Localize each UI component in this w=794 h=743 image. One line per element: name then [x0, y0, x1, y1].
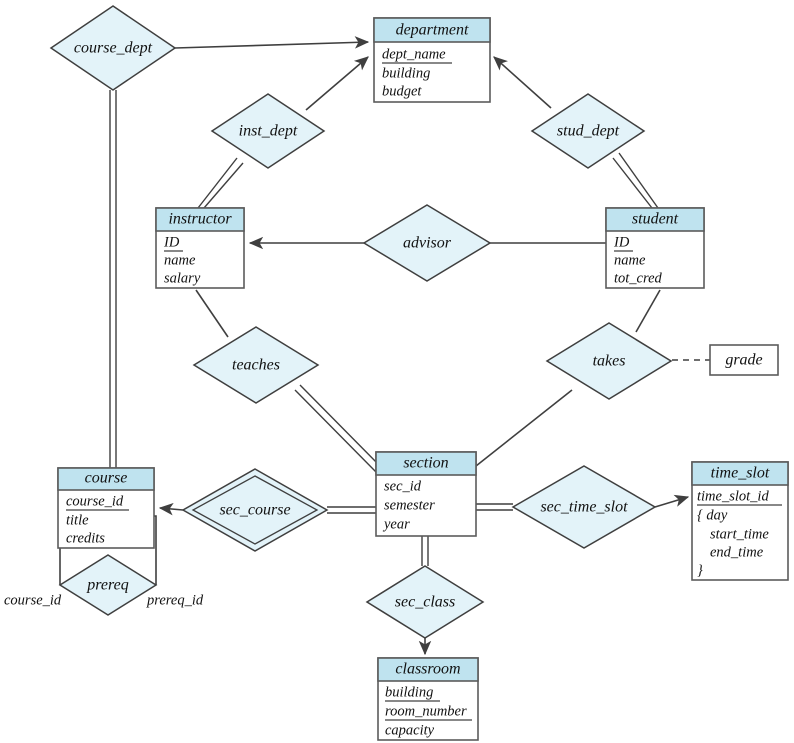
entity-course[interactable]: course course_id title credits	[57, 467, 155, 549]
relationship-sec-course[interactable]: sec_course	[181, 468, 329, 552]
edge-inst-dept-department	[305, 56, 369, 111]
entity-department-title: department	[396, 22, 469, 39]
entity-classroom[interactable]: classroom building room_number capacity	[377, 657, 479, 741]
edge-teaches-instructor	[195, 289, 229, 338]
attribute-start-time: start_time	[710, 526, 769, 542]
relationship-course-dept[interactable]: course_dept	[49, 5, 177, 91]
relationship-sec-class-label: sec_class	[395, 594, 455, 611]
attribute-title: title	[66, 512, 89, 528]
relationship-advisor-label: advisor	[403, 235, 452, 252]
attribute-course-id: course_id	[66, 493, 124, 509]
entity-section-title: section	[403, 455, 448, 472]
relationship-sec-time-slot-label: sec_time_slot	[540, 499, 628, 516]
edge-stud-dept-department	[493, 56, 552, 109]
relationship-attribute-grade-label: grade	[725, 352, 762, 369]
relationship-sec-class[interactable]: sec_class	[365, 565, 485, 639]
relationship-inst-dept-label: inst_dept	[239, 123, 298, 140]
edge-teaches-section	[294, 384, 382, 473]
relationship-sec-time-slot[interactable]: sec_time_slot	[511, 465, 657, 549]
entity-student[interactable]: student ID name tot_cred	[605, 207, 705, 289]
attribute-classroom-building: building	[385, 684, 433, 700]
er-diagram-canvas: course_dept inst_dept stud_dept advisor …	[4, 5, 789, 741]
entity-instructor[interactable]: instructor ID name salary	[155, 207, 245, 289]
attribute-building: building	[382, 65, 430, 81]
attribute-salary: salary	[164, 270, 201, 286]
edge-stud-dept-student	[612, 152, 659, 209]
attribute-instructor-name: name	[164, 252, 196, 268]
entity-time-slot-title: time_slot	[711, 465, 770, 482]
edge-sec-time-slot-time-slot	[654, 494, 690, 508]
attribute-tot-cred: tot_cred	[614, 270, 663, 286]
entity-course-title: course	[85, 470, 128, 487]
role-label-prereq-id: prereq_id	[146, 592, 204, 608]
edge-inst-dept-instructor	[197, 157, 244, 209]
relationship-prereq-label: prereq	[86, 577, 128, 594]
attribute-multivalued-close: }	[697, 562, 703, 578]
attribute-capacity: capacity	[385, 722, 435, 738]
entity-student-title: student	[632, 211, 679, 228]
edge-sec-course-course	[158, 502, 184, 516]
relationship-attribute-grade[interactable]: grade	[709, 344, 779, 376]
edge-sec-course-section	[327, 506, 376, 514]
attribute-day: { day	[697, 507, 728, 523]
edge-sec-time-slot-section	[476, 503, 513, 511]
attribute-budget: budget	[382, 83, 422, 99]
attribute-end-time: end_time	[710, 544, 764, 560]
relationship-takes-label: takes	[593, 353, 626, 370]
attribute-time-slot-id: time_slot_id	[697, 488, 769, 504]
entity-department[interactable]: department dept_name building budget	[373, 17, 491, 103]
edge-course-dept-department	[174, 36, 370, 49]
attribute-student-id: ID	[613, 234, 630, 250]
attribute-instructor-id: ID	[163, 234, 180, 250]
relationship-advisor[interactable]: advisor	[362, 204, 492, 282]
edge-takes-student	[635, 289, 661, 333]
attribute-semester: semester	[384, 497, 435, 513]
attribute-student-name: name	[614, 252, 646, 268]
entity-section[interactable]: section sec_id semester year	[375, 451, 477, 537]
attribute-sec-id: sec_id	[384, 478, 422, 494]
relationship-prereq[interactable]: prereq	[58, 554, 158, 616]
attribute-room-number: room_number	[385, 703, 467, 719]
entity-time-slot[interactable]: time_slot time_slot_id { day start_time …	[691, 461, 789, 581]
relationship-teaches[interactable]: teaches	[192, 326, 320, 404]
relationship-inst-dept[interactable]: inst_dept	[210, 93, 326, 169]
edge-takes-section	[475, 389, 573, 467]
relationship-course-dept-label: course_dept	[74, 40, 153, 57]
relationship-takes[interactable]: takes	[545, 322, 673, 400]
relationship-stud-dept-label: stud_dept	[557, 123, 620, 140]
relationship-teaches-label: teaches	[232, 357, 280, 374]
attribute-credits: credits	[66, 530, 105, 546]
attribute-year: year	[382, 516, 410, 532]
edge-course-dept-course	[109, 90, 117, 468]
relationship-sec-course-label: sec_course	[219, 502, 290, 519]
entity-classroom-title: classroom	[395, 661, 460, 678]
attribute-dept-name: dept_name	[382, 46, 446, 62]
edge-sec-class-section	[421, 536, 429, 566]
role-label-course-id: course_id	[4, 592, 62, 608]
entity-instructor-title: instructor	[168, 211, 232, 228]
